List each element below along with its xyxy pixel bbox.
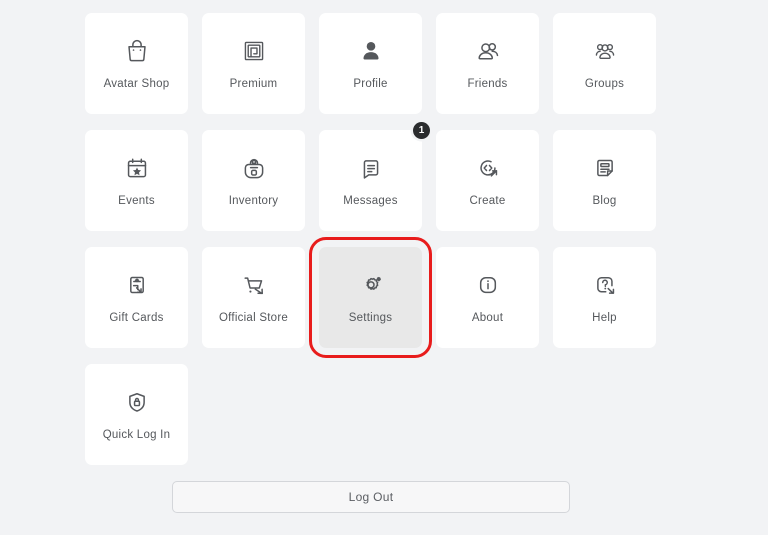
blog-page-icon [588, 151, 622, 185]
menu-tile-label: Quick Log In [102, 428, 171, 441]
backpack-icon [237, 151, 271, 185]
menu-tile-profile[interactable]: Profile [319, 13, 422, 114]
gear-sparkle-icon [354, 268, 388, 302]
logout-container: Log Out [172, 481, 570, 513]
menu-tile-inventory[interactable]: Inventory [202, 130, 305, 231]
menu-tile-gift-cards[interactable]: Gift Cards [85, 247, 188, 348]
menu-tile-help[interactable]: Help [553, 247, 656, 348]
menu-tile-label: Help [592, 311, 617, 324]
person-icon [354, 34, 388, 68]
calendar-star-icon [120, 151, 154, 185]
menu-tile-about[interactable]: About [436, 247, 539, 348]
menu-tile-blog[interactable]: Blog [553, 130, 656, 231]
menu-tile-quick-log-in[interactable]: Quick Log In [85, 364, 188, 465]
three-people-icon [588, 34, 622, 68]
menu-tile-official-store[interactable]: Official Store [202, 247, 305, 348]
menu-tile-create[interactable]: Create [436, 130, 539, 231]
menu-tile-label: Messages [343, 194, 398, 207]
menu-tile-label: Blog [592, 194, 617, 207]
log-out-button[interactable]: Log Out [172, 481, 570, 513]
menu-tile-groups[interactable]: Groups [553, 13, 656, 114]
menu-tile-label: Inventory [228, 194, 279, 207]
message-document-icon [354, 151, 388, 185]
menu-tile-events[interactable]: Events [85, 130, 188, 231]
menu-tile-label: Groups [584, 77, 625, 90]
app-root: Avatar Shop Premium Profile Friends Grou… [0, 0, 768, 535]
menu-tile-label: About [471, 311, 504, 324]
shopping-cart-external-link-icon [237, 268, 271, 302]
menu-tile-label: Profile [353, 77, 388, 90]
menu-tile-premium[interactable]: Premium [202, 13, 305, 114]
menu-tile-label: Settings [348, 311, 393, 324]
menu-tile-settings[interactable]: Settings [309, 237, 432, 358]
menu-tile-label: Events [118, 194, 155, 207]
menu-tile-label: Friends [467, 77, 508, 90]
notification-badge: 1 [413, 122, 430, 139]
question-external-link-icon [588, 268, 622, 302]
menu-tile-label: Premium [229, 77, 278, 90]
menu-tile-label: Avatar Shop [103, 77, 170, 90]
menu-tile-label: Gift Cards [109, 311, 164, 324]
info-circle-icon [471, 268, 505, 302]
code-external-link-icon [471, 151, 505, 185]
menu-grid: Avatar Shop Premium Profile Friends Grou… [85, 13, 673, 465]
shopping-bag-icon [120, 34, 154, 68]
menu-tile-friends[interactable]: Friends [436, 13, 539, 114]
shield-lock-icon [120, 385, 154, 419]
menu-tile-messages[interactable]: Messages 1 [319, 122, 430, 231]
menu-tile-label: Official Store [218, 311, 289, 324]
two-people-icon [471, 34, 505, 68]
gift-card-external-link-icon [120, 268, 154, 302]
menu-tile-label: Create [469, 194, 506, 207]
premium-spiral-icon [237, 34, 271, 68]
menu-tile-avatar-shop[interactable]: Avatar Shop [85, 13, 188, 114]
